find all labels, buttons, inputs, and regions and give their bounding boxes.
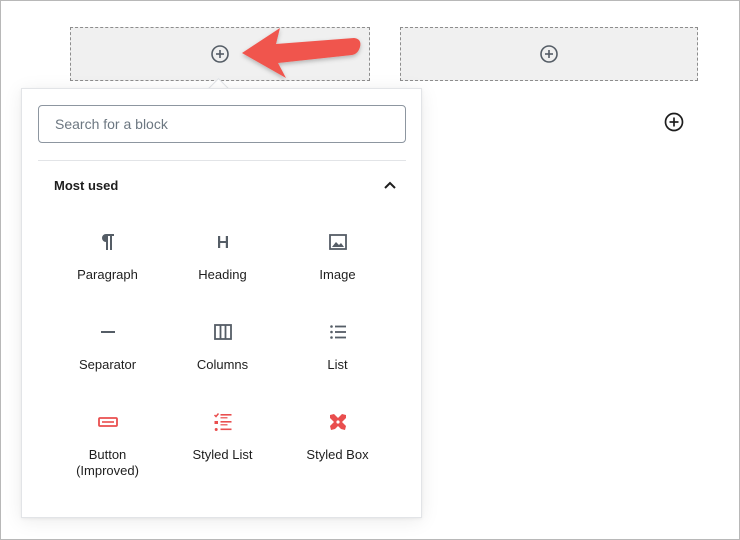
divider xyxy=(38,160,406,161)
block-item-image[interactable]: Image xyxy=(280,219,395,309)
block-item-label: Separator xyxy=(78,357,137,372)
panel-title: Most used xyxy=(54,177,119,193)
block-item-separator[interactable]: Separator xyxy=(50,309,165,399)
block-inserter-popover: Most used Paragraph Heading xyxy=(21,88,422,518)
block-item-paragraph[interactable]: Paragraph xyxy=(50,219,165,309)
add-block-icon[interactable] xyxy=(539,44,559,64)
most-used-panel-toggle[interactable]: Most used xyxy=(38,171,406,199)
block-search xyxy=(38,105,406,143)
block-item-label: Paragraph xyxy=(77,267,138,282)
block-item-label: List xyxy=(327,357,348,372)
add-block-icon[interactable] xyxy=(663,111,685,133)
block-item-columns[interactable]: Columns xyxy=(165,309,280,399)
block-item-styled-box[interactable]: Styled Box xyxy=(280,399,395,489)
list-icon xyxy=(326,320,350,344)
styled-box-icon xyxy=(326,410,350,434)
block-item-button-improved[interactable]: Button (Improved) xyxy=(50,399,165,489)
block-item-label: Button (Improved) xyxy=(76,447,139,478)
image-icon xyxy=(326,230,350,254)
separator-icon xyxy=(96,320,120,344)
paragraph-icon xyxy=(96,230,120,254)
block-item-label: Columns xyxy=(196,357,249,372)
column-2-block-placeholder[interactable] xyxy=(400,27,698,81)
columns-icon xyxy=(211,320,235,344)
chevron-up-icon xyxy=(384,181,396,189)
block-item-heading[interactable]: Heading xyxy=(165,219,280,309)
block-list: Paragraph Heading Image Separator Column… xyxy=(50,219,395,489)
block-item-label: Heading xyxy=(198,267,247,282)
add-block-icon[interactable] xyxy=(210,44,230,64)
block-item-label: Styled List xyxy=(192,447,253,462)
column-1-block-placeholder[interactable] xyxy=(70,27,370,81)
block-item-label: Image xyxy=(319,267,356,282)
block-item-styled-list[interactable]: Styled List xyxy=(165,399,280,489)
block-item-label: Styled Box xyxy=(306,447,369,462)
heading-icon xyxy=(211,230,235,254)
block-item-list[interactable]: List xyxy=(280,309,395,399)
button-icon xyxy=(96,410,120,434)
block-search-input[interactable] xyxy=(38,105,406,143)
styled-list-icon xyxy=(211,410,235,434)
